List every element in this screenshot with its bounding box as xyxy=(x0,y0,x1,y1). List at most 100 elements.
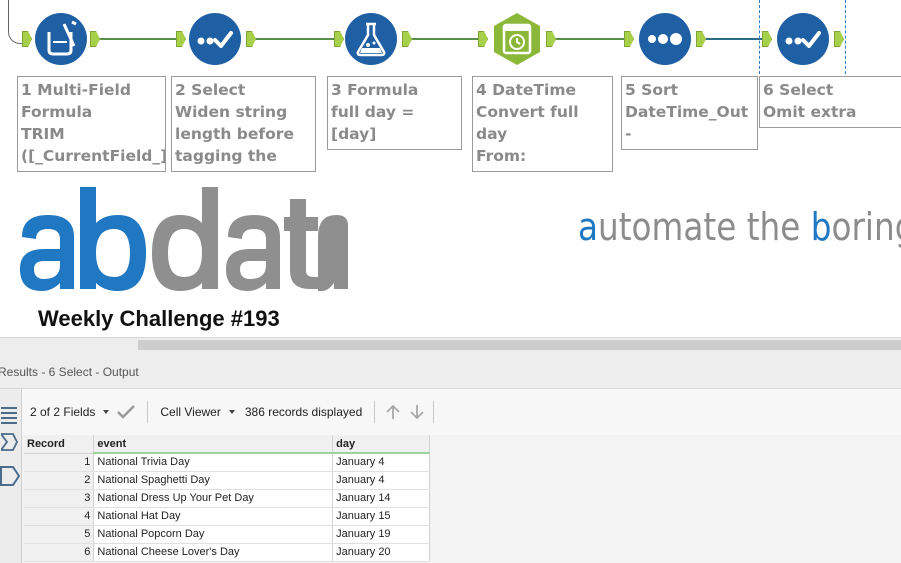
abdata-logo xyxy=(20,187,348,291)
cell-day[interactable]: January 15 xyxy=(332,507,430,526)
tool-2-annotation-text: 2 Select Widen string length before tagg… xyxy=(175,81,294,171)
cell-record[interactable]: 5 xyxy=(24,525,95,544)
connection-4-5 xyxy=(556,38,624,40)
selection-border-right xyxy=(845,0,846,74)
arrow-up-icon xyxy=(386,404,400,419)
tagline-b: b xyxy=(810,205,832,249)
sort-up-button[interactable] xyxy=(379,400,405,424)
column-header-day[interactable]: day xyxy=(332,435,430,454)
fields-dropdown[interactable]: 2 of 2 Fields xyxy=(22,400,117,424)
column-header-event[interactable]: event xyxy=(93,435,334,454)
tool-1-annotation: 1 Multi-Field Formula TRIM ([_CurrentFie… xyxy=(17,76,166,172)
sort-down-button[interactable] xyxy=(405,400,429,424)
fields-dropdown-label: 2 of 2 Fields xyxy=(30,405,96,419)
cell-day[interactable]: January 19 xyxy=(332,525,430,544)
tool-2-output-anchor[interactable] xyxy=(246,31,256,47)
metadata-icon[interactable] xyxy=(0,431,20,453)
beaker-pencil-icon xyxy=(35,13,87,65)
toolbar-divider xyxy=(147,401,149,423)
tool-6-input-anchor[interactable] xyxy=(762,31,772,47)
column-header-record[interactable]: Record xyxy=(24,435,95,454)
cell-record[interactable]: 2 xyxy=(24,471,95,490)
records-count-label: 386 records displayed xyxy=(244,405,363,419)
app-window: 1 Multi-Field Formula TRIM ([_CurrentFie… xyxy=(0,0,901,563)
cell-record[interactable]: 3 xyxy=(24,489,95,508)
cell-day[interactable]: January 14 xyxy=(332,489,430,508)
tool-1-output-anchor[interactable] xyxy=(90,31,100,47)
tool-6-output-anchor[interactable] xyxy=(834,31,844,47)
tool-4-annotation: 4 DateTime Convert full day From: Month … xyxy=(472,76,613,172)
cell-event[interactable]: National Spaghetti Day xyxy=(93,471,334,490)
cell-day[interactable]: January 4 xyxy=(332,471,430,490)
tool-5-output-anchor[interactable] xyxy=(696,31,706,47)
tool-4-input-anchor[interactable] xyxy=(478,31,488,47)
tool-1-input-anchor[interactable] xyxy=(22,31,32,47)
cell-record[interactable]: 4 xyxy=(24,507,95,526)
workflow-canvas[interactable]: 1 Multi-Field Formula TRIM ([_CurrentFie… xyxy=(0,0,901,337)
table-view-icon[interactable] xyxy=(0,405,20,427)
viewer-dropdown[interactable]: Cell Viewer xyxy=(152,400,242,424)
tool-select-6[interactable] xyxy=(776,12,830,66)
tool-5-input-anchor[interactable] xyxy=(624,31,634,47)
results-window: Results - 6 Select - Output 2 of 2 Field… xyxy=(0,351,901,563)
tool-select-2[interactable] xyxy=(188,12,242,66)
cell-event[interactable]: National Dress Up Your Pet Day xyxy=(93,489,334,508)
tool-multi-field-formula[interactable] xyxy=(34,12,88,66)
tool-1-annotation-text: 1 Multi-Field Formula TRIM ([_CurrentFie… xyxy=(21,81,166,165)
cell-event[interactable]: National Popcorn Day xyxy=(93,525,334,544)
connection-5-6 xyxy=(706,38,764,40)
grid-header-row: Record event day xyxy=(24,435,430,454)
cell-event[interactable]: National Trivia Day xyxy=(93,453,334,472)
tool-datetime[interactable] xyxy=(490,12,544,66)
connection-1-2 xyxy=(100,38,176,40)
tool-3-annotation-text: 3 Formula full day = [day] +", 2019" xyxy=(331,81,419,149)
tool-3-input-anchor[interactable] xyxy=(334,31,344,47)
tool-2-input-anchor[interactable] xyxy=(176,31,186,47)
tool-sort[interactable] xyxy=(638,12,692,66)
tagline: automate the boring xyxy=(578,205,901,249)
cell-day[interactable]: January 20 xyxy=(332,543,430,562)
results-title: Results - 6 Select - Output xyxy=(0,351,901,389)
tool-5-annotation-text: 5 Sort DateTime_Out - Ascending xyxy=(625,81,749,149)
cell-event[interactable]: National Hat Day xyxy=(93,507,334,526)
cell-record[interactable]: 1 xyxy=(24,453,95,472)
message-icon[interactable] xyxy=(0,465,20,487)
connection-2-3 xyxy=(256,38,334,40)
canvas-horizontal-scrollbar[interactable] xyxy=(0,337,901,351)
tagline-oring: oring xyxy=(831,205,901,249)
cell-record[interactable]: 6 xyxy=(24,543,95,562)
three-dots-icon xyxy=(639,13,691,65)
viewer-dropdown-label: Cell Viewer xyxy=(160,405,221,419)
table-row[interactable]: 5 National Popcorn Day January 19 xyxy=(24,525,430,544)
tool-4-output-anchor[interactable] xyxy=(546,31,556,47)
selection-border-left xyxy=(759,0,760,74)
chevron-down-icon xyxy=(103,410,110,414)
records-count: 386 records displayed xyxy=(243,400,370,424)
tool-5-annotation: 5 Sort DateTime_Out - Ascending xyxy=(621,76,758,150)
table-row[interactable]: 6 National Cheese Lover's Day January 20 xyxy=(24,543,430,562)
results-grid[interactable]: Record event day 1 National Trivia Day Jan… xyxy=(24,435,430,562)
toolbar-divider xyxy=(433,401,435,423)
table-row[interactable]: 1 National Trivia Day January 4 xyxy=(24,453,430,472)
scrollbar-thumb[interactable] xyxy=(138,340,901,350)
tool-6-annotation: 6 Select Omit extra fields xyxy=(759,76,901,128)
table-row[interactable]: 2 National Spaghetti Day January 4 xyxy=(24,471,430,490)
checkmark-icon xyxy=(117,405,136,419)
tool-formula[interactable] xyxy=(344,12,398,66)
results-toolbar: 2 of 2 Fields Cell Viewer 386 records di… xyxy=(22,389,901,435)
arrow-down-icon xyxy=(410,405,424,420)
calendar-clock-icon xyxy=(494,13,540,65)
tool-2-annotation: 2 Select Widen string length before tagg… xyxy=(171,76,316,172)
table-row[interactable]: 3 National Dress Up Your Pet Day January 1… xyxy=(24,489,430,508)
challenge-title: Weekly Challenge #193 xyxy=(38,306,280,331)
checkmark-dots-icon xyxy=(189,13,241,65)
tool-6-annotation-text: 6 Select Omit extra fields xyxy=(763,81,857,127)
apply-fields-button[interactable] xyxy=(117,400,143,424)
table-row[interactable]: 4 National Hat Day January 15 xyxy=(24,507,430,526)
cell-event[interactable]: National Cheese Lover's Day xyxy=(93,543,334,562)
flask-icon xyxy=(345,13,397,65)
chevron-down-icon xyxy=(228,410,235,414)
tool-3-output-anchor[interactable] xyxy=(402,31,412,47)
cell-day[interactable]: January 4 xyxy=(332,453,430,472)
tool-3-annotation: 3 Formula full day = [day] +", 2019" xyxy=(327,76,462,150)
